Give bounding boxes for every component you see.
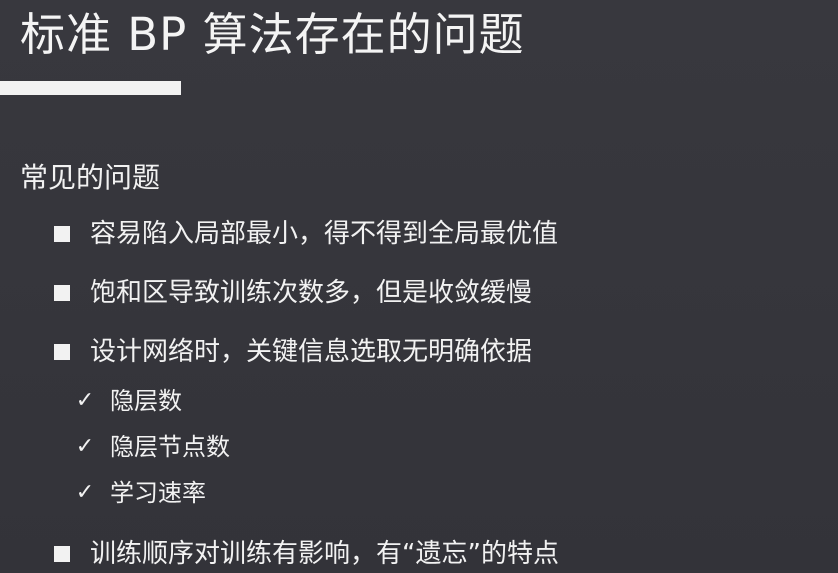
checkmark-icon: ✓ [75, 388, 95, 413]
section-heading: 常见的问题 [20, 161, 161, 194]
sub-item: ✓ 学习速率 [74, 476, 206, 510]
slide: 标准 BP 算法存在的问题 常见的问题 容易陷入局部最小，得不得到全局最优值 饱… [0, 0, 838, 570]
bullet-text: 饱和区导致训练次数多，但是收敛缓慢 [90, 278, 533, 308]
sub-item: ✓ 隐层数 [74, 384, 182, 418]
bullet-item: 容易陷入局部最小，得不得到全局最优值 [54, 215, 558, 253]
slide-title: 标准 BP 算法存在的问题 [20, 8, 525, 61]
title-underline-bar [0, 81, 181, 95]
bullet-item: 饱和区导致训练次数多，但是收敛缓慢 [54, 274, 532, 312]
square-bullet-icon [54, 344, 70, 360]
checkmark-icon: ✓ [75, 434, 95, 459]
sub-item: ✓ 隐层节点数 [74, 430, 230, 464]
square-bullet-icon [54, 285, 70, 301]
checkmark-icon: ✓ [75, 480, 95, 505]
bullet-text: 容易陷入局部最小，得不得到全局最优值 [90, 219, 559, 249]
square-bullet-icon [54, 226, 70, 242]
square-bullet-icon [54, 546, 70, 562]
sub-item-text: 隐层节点数 [110, 433, 230, 461]
sub-item-text: 隐层数 [110, 387, 182, 415]
sub-item-text: 学习速率 [110, 479, 206, 507]
bullet-text: 设计网络时，关键信息选取无明确依据 [90, 337, 533, 367]
bullet-item: 设计网络时，关键信息选取无明确依据 [54, 333, 532, 371]
bullet-text: 训练顺序对训练有影响，有“遗忘”的特点 [90, 539, 559, 569]
bullet-item: 训练顺序对训练有影响，有“遗忘”的特点 [54, 535, 559, 573]
